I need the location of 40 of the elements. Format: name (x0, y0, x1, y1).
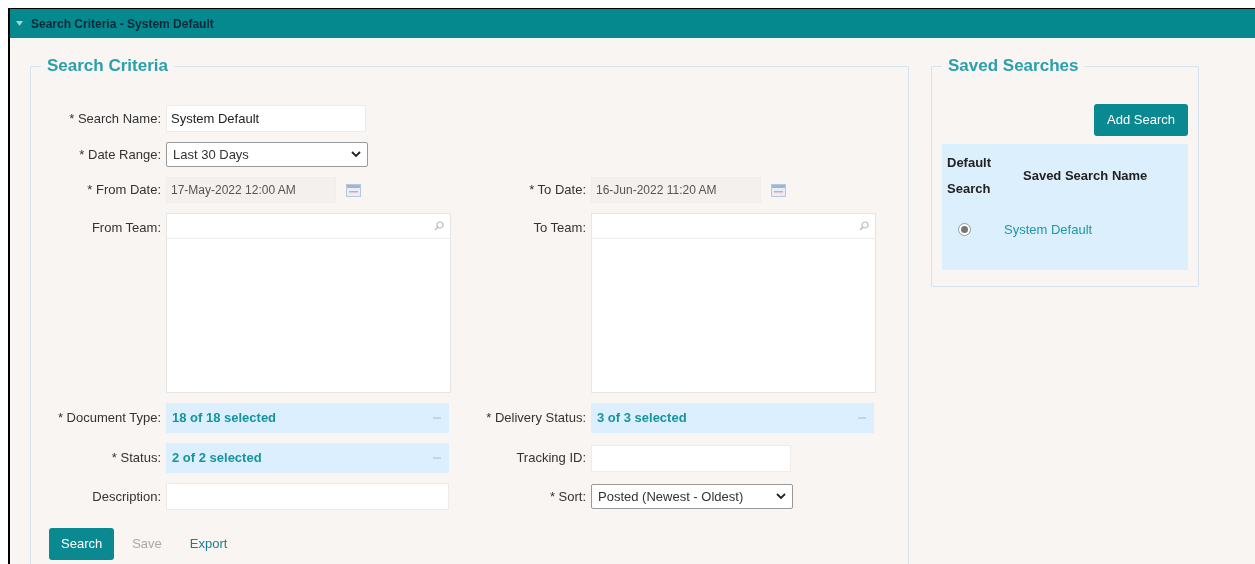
field-label: Description: (92, 487, 161, 506)
dash-icon (433, 457, 441, 459)
team-list-box[interactable] (591, 213, 876, 393)
field-label: * To Date: (529, 181, 586, 200)
chevron-icon (776, 493, 786, 500)
calendar-icon (771, 183, 786, 197)
column-header: Default Search (947, 153, 993, 198)
header-bar[interactable]: Search Criteria - System Default (10, 9, 1255, 38)
radio-button[interactable] (958, 222, 971, 236)
add-search-button[interactable]: Add Search (1094, 104, 1188, 136)
multi-select-dropdown[interactable]: 18 of 18 selected (166, 403, 449, 433)
column-header: Saved Search Name (1023, 166, 1148, 185)
search-icon (859, 221, 869, 231)
select-dropdown[interactable]: Posted (Newest - Oldest) (591, 484, 793, 509)
multi-select-dropdown[interactable]: 3 of 3 selected (591, 403, 874, 433)
dash-icon (858, 417, 866, 419)
header-title: Search Criteria - System Default (31, 15, 214, 33)
action-button[interactable]: Export (179, 528, 238, 560)
field-label: From Team: (91, 219, 161, 237)
select-dropdown[interactable]: Last 30 Days (166, 142, 368, 167)
date-field[interactable]: 17-May-2022 12:00 AM (166, 177, 336, 203)
chevron-icon (351, 151, 361, 158)
date-field[interactable]: 16-Jun-2022 11:20 AM (591, 177, 761, 203)
saved-search-link[interactable]: System Default (1004, 219, 1093, 239)
field-label: Tracking ID: (516, 449, 586, 468)
multi-select-dropdown[interactable]: 2 of 2 selected (166, 443, 449, 473)
field-label: * Status: (111, 449, 161, 468)
calendar-icon (346, 183, 361, 197)
search-icon (434, 221, 444, 231)
input-field[interactable]: System Default (166, 105, 366, 132)
team-list-box[interactable] (166, 213, 451, 393)
field-label: * Sort: (549, 487, 586, 506)
field-label: * Document Type: (57, 409, 161, 428)
field-label: * Date Range: (79, 145, 161, 164)
field-label: * Search Name: (69, 109, 161, 128)
action-button[interactable]: Search (49, 528, 115, 560)
field-label: * Delivery Status: (486, 409, 586, 428)
dash-icon (433, 417, 441, 419)
field-label: To Team: (533, 219, 586, 237)
field-label: * From Date: (87, 181, 161, 200)
